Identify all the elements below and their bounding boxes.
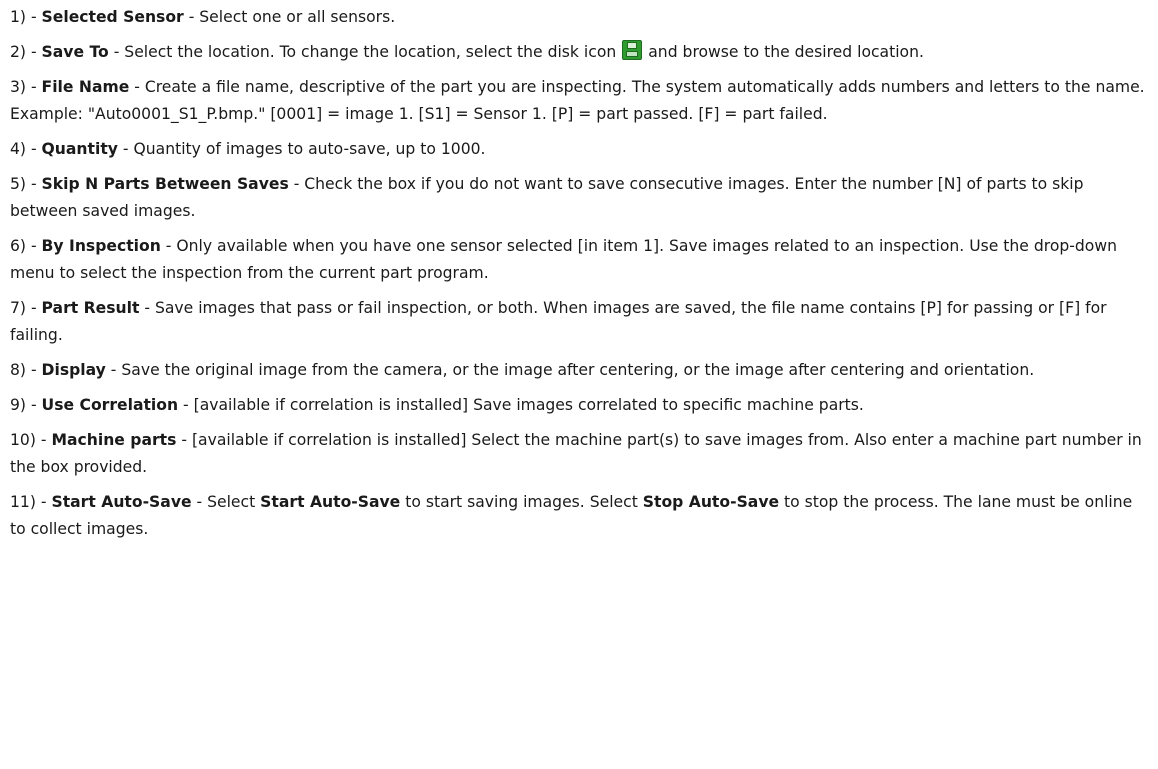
- item-skip-n-parts: 5) - Skip N Parts Between Saves - Check …: [10, 171, 1148, 225]
- item-number: 10) -: [10, 431, 52, 449]
- stop-auto-save-label: Stop Auto-Save: [642, 493, 780, 511]
- item-number: 7) -: [10, 299, 42, 317]
- item-title: Use Correlation: [41, 396, 179, 414]
- item-text-after-icon: and browse to the desired location.: [648, 43, 924, 61]
- item-file-name: 3) - File Name - Create a file name, des…: [10, 74, 1148, 128]
- item-use-correlation: 9) - Use Correlation - [available if cor…: [10, 392, 1148, 419]
- item-number: 6) -: [10, 237, 42, 255]
- item-title: Display: [41, 361, 106, 379]
- item-text: - [available if correlation is installed…: [178, 396, 864, 414]
- instructions-document: 1) - Selected Sensor - Select one or all…: [0, 0, 1158, 543]
- item-number: 5) -: [10, 175, 42, 193]
- disk-shutter: [627, 42, 638, 49]
- item-title: Start Auto-Save: [51, 493, 192, 511]
- item-title: Skip N Parts Between Saves: [41, 175, 289, 193]
- item-title: By Inspection: [41, 237, 161, 255]
- item-text: - Create a file name, descriptive of the…: [10, 78, 1145, 123]
- item-text: - Select the location. To change the loc…: [108, 43, 617, 61]
- item-number: 8) -: [10, 361, 42, 379]
- item-number: 1) -: [10, 8, 42, 26]
- item-start-auto-save: 11) - Start Auto-Save - Select Start Aut…: [10, 489, 1148, 543]
- item-quantity: 4) - Quantity - Quantity of images to au…: [10, 136, 1148, 163]
- start-auto-save-label: Start Auto-Save: [260, 493, 401, 511]
- item-title: Part Result: [41, 299, 140, 317]
- item-number: 11) -: [10, 493, 52, 511]
- item-title: Quantity: [41, 140, 118, 158]
- item-number: 9) -: [10, 396, 42, 414]
- item-title: Machine parts: [51, 431, 177, 449]
- item-selected-sensor: 1) - Selected Sensor - Select one or all…: [10, 4, 1148, 31]
- item-save-to: 2) - Save To - Select the location. To c…: [10, 39, 1148, 66]
- item-text: - Select: [191, 493, 261, 511]
- item-part-result: 7) - Part Result - Save images that pass…: [10, 295, 1148, 349]
- item-text: - Save images that pass or fail inspecti…: [10, 299, 1107, 344]
- item-text: - Select one or all sensors.: [183, 8, 396, 26]
- item-machine-parts: 10) - Machine parts - [available if corr…: [10, 427, 1148, 481]
- item-number: 3) -: [10, 78, 42, 96]
- disk-label: [626, 51, 639, 57]
- item-text: - Save the original image from the camer…: [105, 361, 1035, 379]
- item-number: 2) -: [10, 43, 42, 61]
- item-title: File Name: [41, 78, 130, 96]
- disk-icon: [622, 40, 643, 60]
- item-title: Selected Sensor: [41, 8, 184, 26]
- item-text: - [available if correlation is installed…: [10, 431, 1142, 476]
- item-text: to start saving images. Select: [400, 493, 643, 511]
- item-title: Save To: [41, 43, 109, 61]
- item-display: 8) - Display - Save the original image f…: [10, 357, 1148, 384]
- item-text: - Quantity of images to auto-save, up to…: [117, 140, 486, 158]
- item-number: 4) -: [10, 140, 42, 158]
- item-text: - Only available when you have one senso…: [10, 237, 1117, 282]
- item-by-inspection: 6) - By Inspection - Only available when…: [10, 233, 1148, 287]
